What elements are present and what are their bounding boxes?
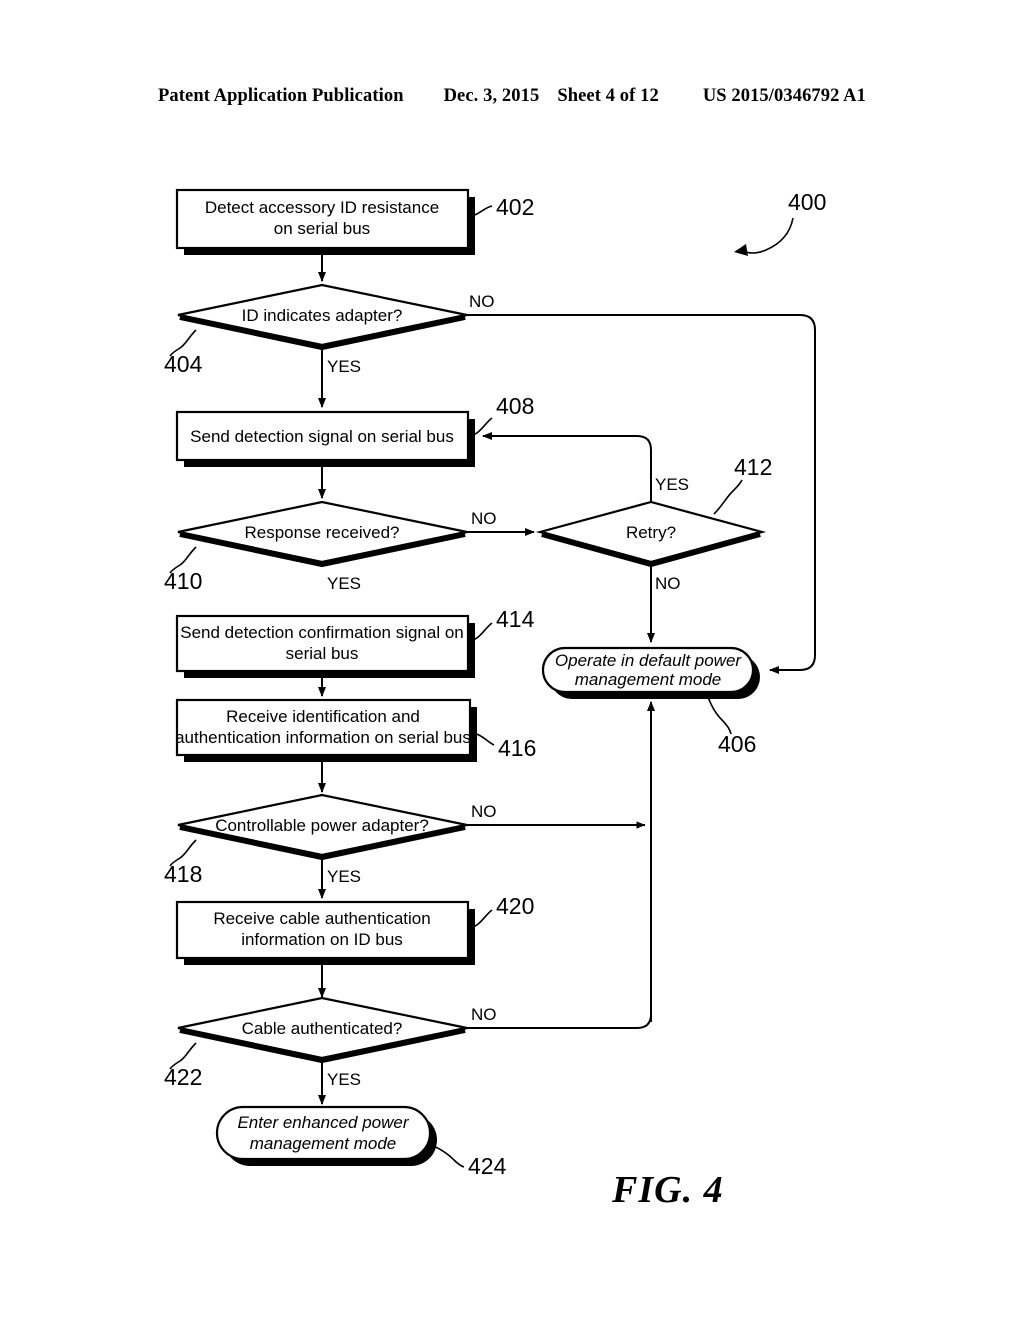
node-408-label: Send detection signal on serial bus [190, 427, 454, 446]
figure-caption: FIG. 4 [612, 1169, 724, 1211]
node-410-ref: 410 [164, 568, 202, 594]
node-424: Enter enhanced power management mode 424 [215, 1105, 507, 1179]
node-424-line2: management mode [250, 1134, 396, 1153]
node-408: Send detection signal on serial bus 408 [175, 393, 534, 467]
branch-422-no: NO [471, 1005, 497, 1024]
node-424-line1: Enter enhanced power [237, 1113, 409, 1132]
node-418-label: Controllable power adapter? [215, 816, 429, 835]
node-414: Send detection confirmation signal on se… [175, 606, 535, 678]
node-414-line2: serial bus [286, 644, 359, 663]
ref-400-arrowhead [734, 244, 748, 256]
branch-410-yes: YES [327, 574, 361, 593]
node-412-leader [713, 479, 743, 515]
node-402-line2: on serial bus [274, 219, 370, 238]
node-404-ref: 404 [164, 351, 203, 377]
node-406-ref: 406 [718, 731, 756, 757]
patent-figure-page: Patent Application Publication Dec. 3, 2… [0, 0, 1024, 1320]
node-402-ref: 402 [496, 194, 534, 220]
node-410-label: Response received? [245, 523, 400, 542]
node-406-leader [706, 693, 732, 735]
node-422: Cable authenticated? 422 [164, 996, 468, 1090]
branch-418-no: NO [471, 802, 497, 821]
ref-label-400: 400 [788, 189, 826, 215]
node-406-line1: Operate in default power [555, 651, 743, 670]
flowchart-400: 400 Detect accessory ID resistance on se… [164, 188, 826, 1179]
node-420: Receive cable authentication information… [175, 893, 534, 965]
branch-418-yes: YES [327, 867, 361, 886]
node-412-ref: 412 [734, 454, 772, 480]
node-422-label: Cable authenticated? [242, 1019, 403, 1038]
node-404: ID indicates adapter? 404 [164, 283, 468, 377]
branch-404-no: NO [469, 292, 495, 311]
node-402: Detect accessory ID resistance on serial… [175, 188, 534, 255]
branch-422-yes: YES [327, 1070, 361, 1089]
node-410: Response received? 410 [164, 500, 468, 594]
node-416: Receive identification and authenticatio… [175, 698, 536, 762]
branch-410-no: NO [471, 509, 497, 528]
node-408-ref: 408 [496, 393, 534, 419]
edge-412-yes-to-408 [482, 432, 652, 502]
branch-404-yes: YES [327, 357, 361, 376]
branch-412-yes: YES [655, 475, 689, 494]
node-412: Retry? 412 [535, 454, 772, 568]
node-416-line1: Receive identification and [226, 707, 420, 726]
node-420-line1: Receive cable authentication [213, 909, 430, 928]
node-404-label: ID indicates adapter? [242, 306, 403, 325]
node-414-ref: 414 [496, 606, 535, 632]
branch-412-no: NO [655, 574, 681, 593]
node-402-line1: Detect accessory ID resistance [205, 198, 439, 217]
ref-400-leader [741, 217, 794, 254]
node-420-ref: 420 [496, 893, 534, 919]
node-422-ref: 422 [164, 1064, 202, 1090]
node-418-ref: 418 [164, 861, 202, 887]
diagram-ref-400: 400 [734, 189, 826, 256]
node-412-label: Retry? [626, 523, 676, 542]
node-406-line2: management mode [575, 670, 721, 689]
node-424-ref: 424 [468, 1153, 507, 1179]
node-416-line2: authentication information on serial bus [175, 728, 471, 747]
node-416-ref: 416 [498, 735, 536, 761]
node-418: Controllable power adapter? 418 [164, 793, 468, 887]
node-414-line1: Send detection confirmation signal on [180, 623, 464, 642]
node-420-line2: information on ID bus [241, 930, 403, 949]
